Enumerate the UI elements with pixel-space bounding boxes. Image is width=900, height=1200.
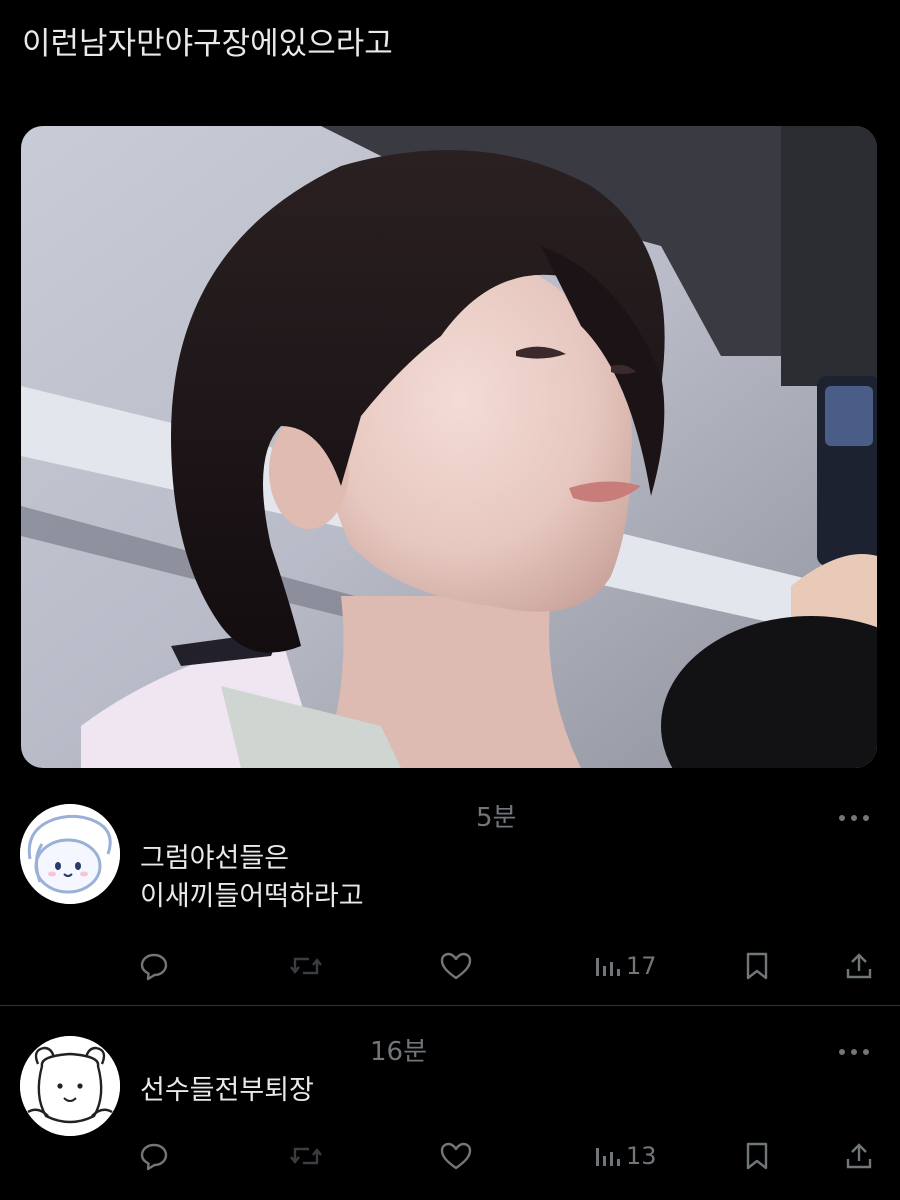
avatar[interactable] bbox=[20, 804, 120, 904]
view-count: 17 bbox=[626, 952, 657, 980]
reply-action-bar: 13 bbox=[0, 1136, 900, 1176]
repost-icon bbox=[290, 1147, 322, 1165]
like-button[interactable] bbox=[440, 946, 472, 986]
reply-text: 선수들전부퇴장 bbox=[140, 1072, 314, 1110]
share-icon bbox=[846, 1143, 872, 1169]
share-button[interactable] bbox=[845, 946, 873, 986]
comment-icon bbox=[140, 953, 168, 981]
reply-button[interactable] bbox=[139, 946, 169, 986]
bookmark-icon bbox=[746, 1142, 768, 1170]
bookmark-button[interactable] bbox=[744, 946, 770, 986]
reply-divider bbox=[0, 1005, 900, 1006]
reply-text: 그럼야선들은 이새끼들어떡하라고 bbox=[140, 840, 364, 916]
photo-illustration bbox=[21, 126, 877, 768]
reply-item[interactable]: 5분 그럼야선들은 이새끼들어떡하라고 17 bbox=[0, 800, 900, 1006]
reply-timestamp: 16분 bbox=[370, 1037, 428, 1067]
reply-item[interactable]: 16분 선수들전부퇴장 13 bbox=[0, 1008, 900, 1200]
post-photo[interactable] bbox=[21, 126, 877, 768]
bar-chart-icon bbox=[596, 1148, 620, 1166]
views-button[interactable]: 17 bbox=[594, 946, 657, 986]
heart-icon bbox=[440, 952, 472, 980]
reply-text-line: 선수들전부퇴장 bbox=[140, 1075, 314, 1106]
views-button[interactable]: 13 bbox=[594, 1136, 657, 1176]
reply-timestamp: 5분 bbox=[476, 803, 517, 833]
heart-icon bbox=[440, 1142, 472, 1170]
bar-chart-icon bbox=[596, 958, 620, 976]
more-options-icon[interactable] bbox=[836, 1042, 872, 1062]
avatar[interactable] bbox=[20, 1036, 120, 1136]
repost-button[interactable] bbox=[289, 1136, 323, 1176]
reply-text-line: 그럼야선들은 bbox=[140, 843, 290, 874]
view-count: 13 bbox=[626, 1142, 657, 1170]
cinnamoroll-avatar-icon bbox=[20, 804, 120, 904]
share-button[interactable] bbox=[845, 1136, 873, 1176]
reply-button[interactable] bbox=[139, 1136, 169, 1176]
bookmark-button[interactable] bbox=[744, 1136, 770, 1176]
cartoon-animal-avatar-icon bbox=[20, 1036, 120, 1136]
reply-action-bar: 17 bbox=[0, 946, 900, 986]
repost-icon bbox=[290, 957, 322, 975]
reply-text-line: 이새끼들어떡하라고 bbox=[140, 881, 364, 912]
post-text: 이런남자만야구장에있으라고 bbox=[22, 26, 393, 62]
more-options-icon[interactable] bbox=[836, 808, 872, 828]
comment-icon bbox=[140, 1143, 168, 1171]
share-icon bbox=[846, 953, 872, 979]
repost-button[interactable] bbox=[289, 946, 323, 986]
bookmark-icon bbox=[746, 952, 768, 980]
like-button[interactable] bbox=[440, 1136, 472, 1176]
